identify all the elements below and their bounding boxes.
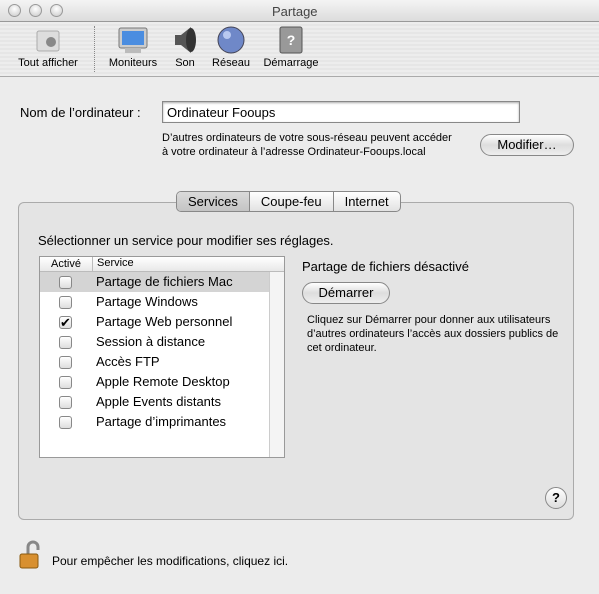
- service-checkbox[interactable]: [59, 396, 72, 409]
- toolbar-label: Démarrage: [263, 57, 319, 69]
- service-status: Partage de fichiers désactivé: [302, 259, 469, 274]
- toolbar-label: Réseau: [212, 57, 250, 69]
- table-row[interactable]: Apple Events distants: [40, 392, 284, 412]
- services-list: Activé Service Partage de fichiers Mac Pa…: [39, 256, 285, 458]
- toolbar-separator: [94, 26, 95, 72]
- toolbar-monitors[interactable]: Moniteurs: [104, 25, 162, 69]
- toolbar-label: Tout afficher: [18, 57, 78, 69]
- minimize-button[interactable]: [29, 4, 42, 17]
- service-checkbox[interactable]: [59, 416, 72, 429]
- service-name: Partage d’imprimantes: [96, 414, 227, 429]
- speaker-icon: [169, 25, 201, 55]
- toolbar-startup[interactable]: ? Démarrage: [258, 25, 324, 69]
- column-active[interactable]: Activé: [51, 258, 81, 270]
- column-service[interactable]: Service: [92, 257, 134, 271]
- computer-name-field[interactable]: Ordinateur Fooups: [162, 101, 520, 123]
- table-row[interactable]: Apple Remote Desktop: [40, 372, 284, 392]
- service-checkbox[interactable]: [59, 296, 72, 309]
- service-checkbox[interactable]: [59, 356, 72, 369]
- toolbar-show-all[interactable]: Tout afficher: [8, 25, 88, 69]
- services-prompt: Sélectionner un service pour modifier se…: [38, 233, 334, 248]
- computer-address-info: D’autres ordinateurs de votre sous-résea…: [162, 132, 452, 158]
- toolbar-network[interactable]: Réseau: [208, 25, 254, 69]
- toolbar-label: Moniteurs: [108, 57, 158, 69]
- table-row[interactable]: Session à distance: [40, 332, 284, 352]
- svg-text:?: ?: [287, 32, 296, 48]
- lock-text[interactable]: Pour empêcher les modifications, cliquez…: [52, 554, 288, 568]
- edit-button[interactable]: Modifier…: [480, 134, 574, 156]
- toolbar: Tout afficher Moniteurs Son Réseau ? Dém…: [0, 22, 599, 77]
- service-description: Cliquez sur Démarrer pour donner aux uti…: [307, 314, 559, 354]
- toolbar-label: Son: [175, 57, 195, 69]
- help-button[interactable]: ?: [545, 487, 567, 509]
- service-name: Partage Web personnel: [96, 314, 233, 329]
- table-row[interactable]: Partage de fichiers Mac: [40, 272, 284, 292]
- monitor-icon: [117, 25, 149, 55]
- table-row[interactable]: Accès FTP: [40, 352, 284, 372]
- title-bar: Partage: [0, 0, 599, 22]
- apple-icon: [32, 25, 64, 55]
- globe-icon: [215, 25, 247, 55]
- service-checkbox[interactable]: [59, 376, 72, 389]
- service-name: Apple Remote Desktop: [96, 374, 230, 389]
- service-checkbox[interactable]: ✔: [59, 316, 72, 329]
- tab-bar: Services Coupe-feu Internet: [176, 191, 401, 212]
- service-name: Session à distance: [96, 334, 206, 349]
- service-checkbox[interactable]: [59, 336, 72, 349]
- toolbar-sound[interactable]: Son: [168, 25, 202, 69]
- service-name: Accès FTP: [96, 354, 160, 369]
- tab-internet[interactable]: Internet: [334, 192, 400, 211]
- start-button[interactable]: Démarrer: [302, 282, 390, 304]
- service-name: Apple Events distants: [96, 394, 222, 409]
- tab-firewall[interactable]: Coupe-feu: [250, 192, 334, 211]
- tab-services[interactable]: Services: [177, 192, 250, 211]
- zoom-button[interactable]: [50, 4, 63, 17]
- service-checkbox[interactable]: [59, 276, 72, 289]
- window-title: Partage: [272, 4, 318, 19]
- close-button[interactable]: [8, 4, 21, 17]
- table-row[interactable]: Partage d’imprimantes: [40, 412, 284, 432]
- service-name: Partage de fichiers Mac: [96, 274, 233, 289]
- lock-icon[interactable]: [18, 540, 42, 570]
- disk-icon: ?: [275, 25, 307, 55]
- scrollbar[interactable]: [269, 272, 284, 457]
- service-name: Partage Windows: [96, 294, 198, 309]
- table-row[interactable]: ✔ Partage Web personnel: [40, 312, 284, 332]
- list-header: Activé Service: [40, 257, 284, 272]
- table-row[interactable]: Partage Windows: [40, 292, 284, 312]
- computer-name-label: Nom de l’ordinateur :: [20, 105, 141, 120]
